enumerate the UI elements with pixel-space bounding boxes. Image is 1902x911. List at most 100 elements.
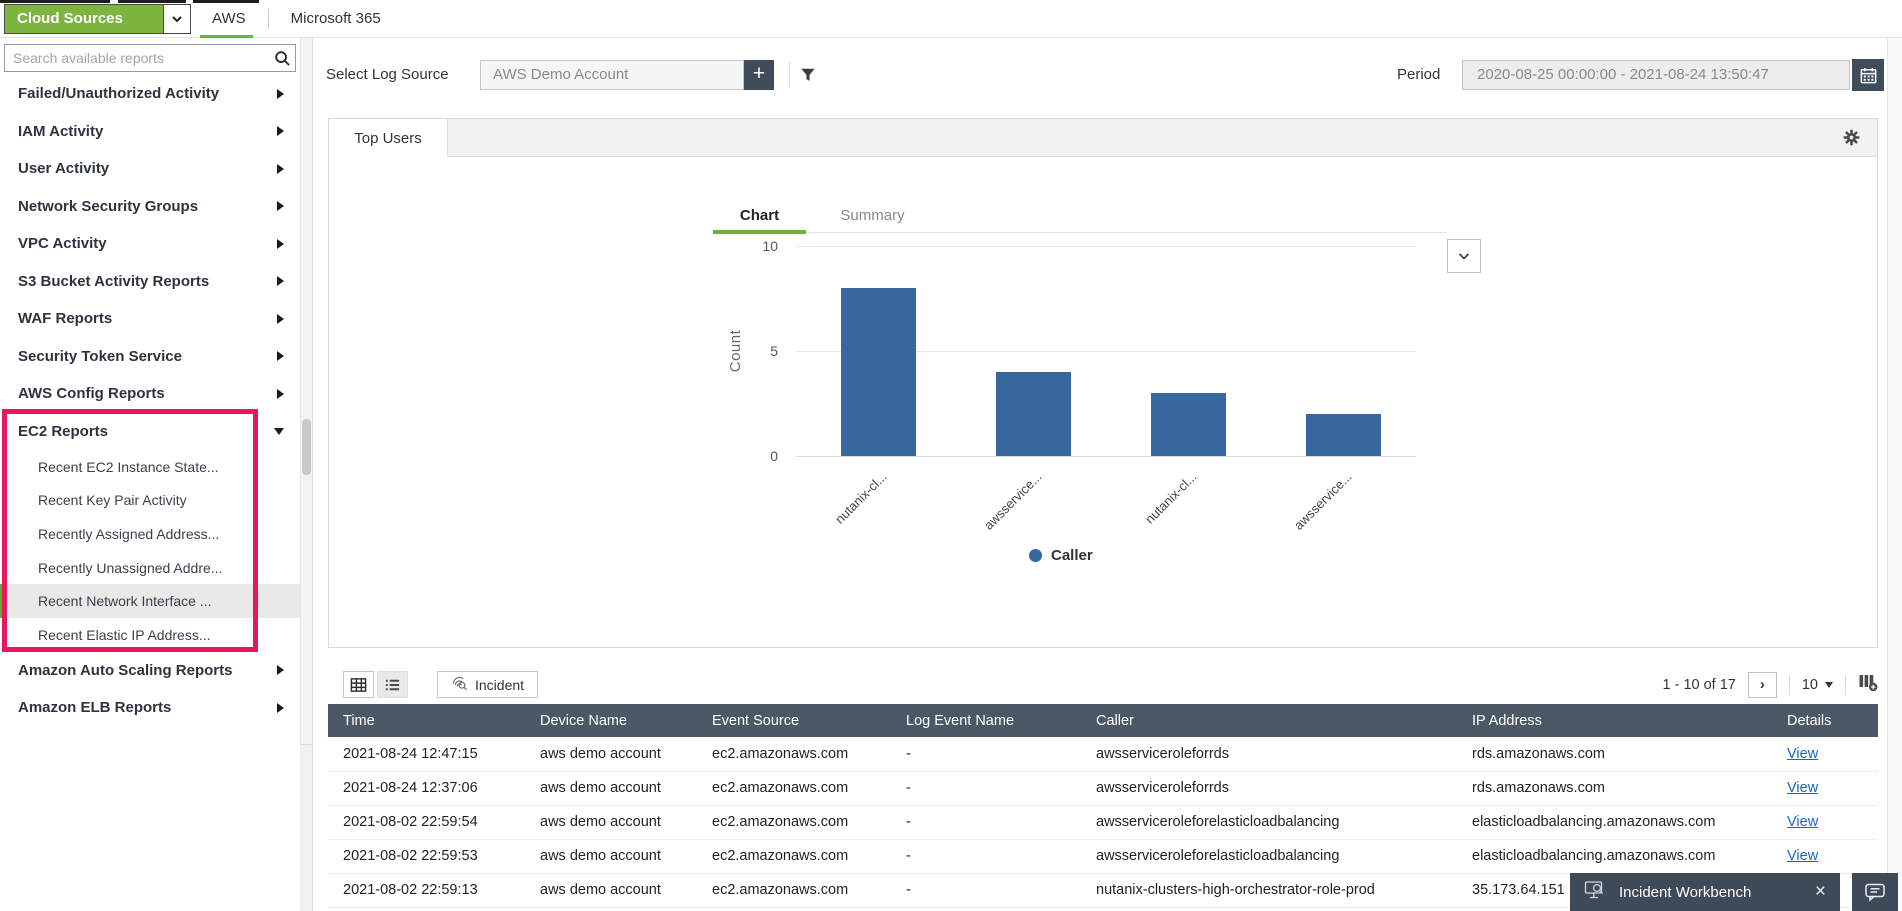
chevron-down-icon xyxy=(274,428,284,435)
close-icon[interactable]: × xyxy=(1815,881,1826,903)
chart-legend: Caller xyxy=(1029,547,1093,564)
list-view-button[interactable] xyxy=(377,671,408,698)
cloud-sources-dropdown[interactable]: Cloud Sources xyxy=(4,4,191,34)
cell-caller: awsserviceroleforelasticloadbalancing xyxy=(1081,839,1457,873)
add-column-icon[interactable] xyxy=(1858,673,1878,697)
sidebar-divider xyxy=(312,38,313,911)
chevron-down-icon[interactable] xyxy=(163,5,190,33)
column-header-device-name[interactable]: Device Name xyxy=(525,704,697,737)
sidebar-item-iam-activity[interactable]: IAM Activity xyxy=(0,113,300,151)
view-link[interactable]: View xyxy=(1787,848,1818,864)
cell-device-name: aws demo account xyxy=(525,805,697,839)
column-header-details[interactable]: Details xyxy=(1772,704,1878,737)
x-tick-label: awsservice... xyxy=(1266,469,1354,557)
sidebar-subitem-recent-key-pair-activity[interactable]: Recent Key Pair Activity xyxy=(0,484,300,518)
column-header-ip-address[interactable]: IP Address xyxy=(1457,704,1772,737)
bar-awsservice-[interactable] xyxy=(996,372,1071,456)
sidebar-item-label: AWS Config Reports xyxy=(18,385,165,402)
sidebar-scrollbar[interactable] xyxy=(300,38,312,744)
sidebar-subitem-recent-elastic-ip-address[interactable]: Recent Elastic IP Address... xyxy=(0,618,300,652)
incident-button[interactable]: Incident xyxy=(437,671,538,698)
sidebar-subitem-recently-unassigned-addre[interactable]: Recently Unassigned Addre... xyxy=(0,551,300,585)
search-icon[interactable] xyxy=(269,50,295,67)
tab-microsoft-365[interactable]: Microsoft 365 xyxy=(285,10,387,27)
sidebar-item-aws-config-reports[interactable]: AWS Config Reports xyxy=(0,375,300,413)
y-tick-label: 10 xyxy=(728,238,778,254)
cell-caller: awsserviceroleforelasticloadbalancing xyxy=(1081,805,1457,839)
table-row: 2021-08-24 12:37:06aws demo accountec2.a… xyxy=(328,771,1878,805)
sidebar-subitem-recent-ec2-instance-state[interactable]: Recent EC2 Instance State... xyxy=(0,450,300,484)
tab-top-users[interactable]: Top Users xyxy=(328,118,448,157)
cell-event-source: ec2.amazonaws.com xyxy=(697,839,891,873)
period-label: Period xyxy=(1397,66,1440,83)
tab-chart[interactable]: Chart xyxy=(713,207,806,231)
y-tick-label: 5 xyxy=(728,343,778,359)
sidebar-item-failed-unauthorized-activity[interactable]: Failed/Unauthorized Activity xyxy=(0,75,300,113)
cell-device-name: aws demo account xyxy=(525,873,697,907)
log-source-select[interactable]: AWS Demo Account xyxy=(480,60,744,90)
sidebar-item-label: Security Token Service xyxy=(18,348,182,365)
cell-details: View xyxy=(1772,737,1878,771)
sidebar-item-security-token-service[interactable]: Security Token Service xyxy=(0,338,300,376)
gear-icon[interactable] xyxy=(1842,128,1861,152)
sidebar-subitem-recent-network-interface[interactable]: Recent Network Interface ... xyxy=(0,584,300,618)
chevron-right-icon xyxy=(277,665,284,675)
column-header-time[interactable]: Time xyxy=(328,704,525,737)
cell-caller: nutanix-clusters-high-orchestrator-role-… xyxy=(1081,873,1457,907)
sidebar-item-ec2-reports[interactable]: EC2 Reports xyxy=(0,413,300,451)
column-header-caller[interactable]: Caller xyxy=(1081,704,1457,737)
sidebar-item-label: IAM Activity xyxy=(18,123,103,140)
fingerprint-search-icon xyxy=(451,675,468,695)
page-scrollbar[interactable] xyxy=(1887,38,1902,911)
incident-workbench-bar[interactable]: Incident Workbench × xyxy=(1570,873,1840,911)
calendar-icon[interactable] xyxy=(1852,59,1884,91)
add-log-source-button[interactable]: + xyxy=(744,60,774,90)
tab-summary[interactable]: Summary xyxy=(826,207,919,231)
table-row: 2021-08-02 22:59:54aws demo accountec2.a… xyxy=(328,805,1878,839)
search-input[interactable] xyxy=(5,50,269,66)
period-range-input[interactable]: 2020-08-25 00:00:00 - 2021-08-24 13:50:4… xyxy=(1462,60,1850,90)
sidebar-item-s3-bucket-activity-reports[interactable]: S3 Bucket Activity Reports xyxy=(0,263,300,301)
page-size-dropdown[interactable]: 10 xyxy=(1802,677,1833,693)
x-tick-label: nutanix-cl... xyxy=(801,469,889,557)
toolbar-divider xyxy=(1845,675,1846,695)
pagination-range: 1 - 10 of 17 xyxy=(1663,677,1736,693)
column-header-event-source[interactable]: Event Source xyxy=(697,704,891,737)
next-page-button[interactable]: › xyxy=(1748,672,1777,698)
cell-device-name: aws demo account xyxy=(525,839,697,873)
sidebar-item-amazon-elb-reports[interactable]: Amazon ELB Reports xyxy=(0,689,300,727)
chevron-right-icon xyxy=(277,276,284,286)
chat-bubble-icon[interactable] xyxy=(1852,873,1898,911)
cell-details: View xyxy=(1772,771,1878,805)
sidebar-item-label: EC2 Reports xyxy=(18,423,108,440)
view-link[interactable]: View xyxy=(1787,746,1818,762)
sidebar-item-vpc-activity[interactable]: VPC Activity xyxy=(0,225,300,263)
sidebar-item-label: Failed/Unauthorized Activity xyxy=(18,85,219,102)
cell-time: 2021-08-02 22:59:54 xyxy=(328,805,525,839)
filter-icon[interactable] xyxy=(796,64,820,86)
cell-event-source: ec2.amazonaws.com xyxy=(697,873,891,907)
bar-nutanix-cl-[interactable] xyxy=(841,288,916,456)
table-row: 2021-08-24 12:47:15aws demo accountec2.a… xyxy=(328,737,1878,771)
view-switcher: Incident xyxy=(343,671,538,698)
chart-options-dropdown[interactable] xyxy=(1447,239,1481,273)
browser-tab-edge xyxy=(0,0,110,3)
sidebar-item-waf-reports[interactable]: WAF Reports xyxy=(0,300,300,338)
column-header-log-event-name[interactable]: Log Event Name xyxy=(891,704,1081,737)
sidebar-item-amazon-auto-scaling-reports[interactable]: Amazon Auto Scaling Reports xyxy=(0,652,300,690)
cell-log-event-name: - xyxy=(891,771,1081,805)
x-tick-label: awsservice... xyxy=(956,469,1044,557)
legend-label: Caller xyxy=(1051,547,1093,564)
cell-event-source: ec2.amazonaws.com xyxy=(697,771,891,805)
sidebar-item-network-security-groups[interactable]: Network Security Groups xyxy=(0,188,300,226)
view-link[interactable]: View xyxy=(1787,780,1818,796)
sidebar-item-user-activity[interactable]: User Activity xyxy=(0,150,300,188)
bar-awsservice-[interactable] xyxy=(1306,414,1381,456)
tab-aws[interactable]: AWS xyxy=(206,10,252,27)
bar-nutanix-cl-[interactable] xyxy=(1151,393,1226,456)
sidebar-subitem-recently-assigned-address[interactable]: Recently Assigned Address... xyxy=(0,517,300,551)
view-link[interactable]: View xyxy=(1787,814,1818,830)
grid-view-button[interactable] xyxy=(343,671,374,698)
sidebar-scrollbar-thumb[interactable] xyxy=(302,419,311,475)
cell-log-event-name: - xyxy=(891,805,1081,839)
